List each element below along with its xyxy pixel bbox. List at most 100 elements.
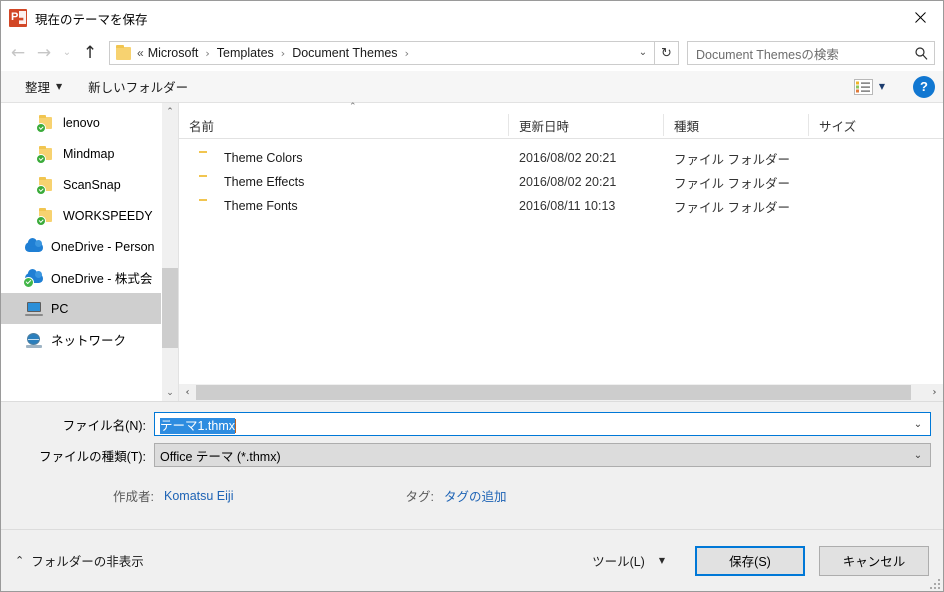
window-title: 現在のテーマを保存 <box>35 12 148 27</box>
column-header-date[interactable]: 更新日時 <box>509 114 664 136</box>
sidebar-item-mindmap[interactable]: Mindmap <box>1 138 178 169</box>
tags-group: タグ: タグの追加 <box>405 486 506 505</box>
sidebar-item-pc[interactable]: PC <box>1 293 178 324</box>
network-globe-icon <box>25 332 43 348</box>
resize-grip[interactable] <box>928 577 940 589</box>
new-folder-label: 新しいフォルダー <box>88 81 189 95</box>
breadcrumb-item-microsoft[interactable]: Microsoft <box>148 46 199 60</box>
cell-date: 2016/08/02 20:21 <box>519 151 617 165</box>
breadcrumb-item-document-themes[interactable]: Document Themes <box>292 46 397 60</box>
recent-locations-button[interactable]: ⌄ <box>57 40 77 66</box>
chevron-up-icon: ⌃ <box>166 106 174 117</box>
change-view-button[interactable]: ▼ <box>848 75 891 99</box>
table-row[interactable]: Theme Colors 2016/08/02 20:21 ファイル フォルダー <box>179 146 943 170</box>
refresh-button[interactable]: ↻ <box>655 41 679 65</box>
organize-label: 整理 <box>25 81 51 95</box>
filename-input[interactable]: テーマ1.thmx ⌄ <box>154 412 931 436</box>
navigation-bar: ← → ⌄ ↑ « Microsoft › Templates › Docume… <box>1 35 943 71</box>
chevron-down-icon: ⌄ <box>913 418 923 430</box>
forward-button[interactable]: → <box>31 40 57 66</box>
cell-name: Theme Effects <box>179 175 509 189</box>
breadcrumb-separator-icon[interactable]: › <box>205 47 209 60</box>
help-icon: ? <box>920 79 928 94</box>
folder-icon <box>199 152 214 165</box>
filetype-dropdown-button[interactable]: ⌄ <box>906 444 930 466</box>
navigation-sidebar: lenovo Mindmap ScanSnap WORKSPEEDY OneDr… <box>1 103 178 401</box>
scrollbar-thumb[interactable] <box>196 385 912 400</box>
command-bar-right: ▼ ? <box>848 75 935 99</box>
organize-button[interactable]: 整理 ▼ <box>19 75 68 99</box>
breadcrumb-item-templates[interactable]: Templates <box>217 46 274 60</box>
breadcrumb: « Microsoft › Templates › Document Theme… <box>137 46 416 60</box>
cell-type: ファイル フォルダー <box>674 176 790 191</box>
scroll-left-button[interactable]: ‹ <box>179 384 196 401</box>
folder-sync-icon <box>36 114 55 133</box>
sidebar-item-label: ScanSnap <box>63 177 121 192</box>
filetype-label: ファイルの種類(T): <box>39 449 146 464</box>
scroll-right-button[interactable]: › <box>926 384 943 401</box>
sidebar-item-onedrive-personal[interactable]: OneDrive - Person <box>1 231 178 262</box>
table-row[interactable]: Theme Fonts 2016/08/11 10:13 ファイル フォルダー <box>179 194 943 218</box>
save-form-area: ファイル名(N): テーマ1.thmx ⌄ ファイルの種類(T): Office… <box>1 401 943 529</box>
chevron-down-icon: ⌄ <box>638 47 648 58</box>
column-header-size[interactable]: サイズ <box>809 114 909 136</box>
sidebar-item-onedrive-business[interactable]: OneDrive - 株式会 <box>1 262 178 293</box>
scroll-up-button[interactable]: ⌃ <box>162 103 178 120</box>
breadcrumb-separator-icon[interactable]: › <box>281 47 285 60</box>
view-list-icon <box>853 78 873 95</box>
help-button[interactable]: ? <box>913 75 935 98</box>
hide-folders-button[interactable]: ⌃ フォルダーの非表示 <box>15 551 144 570</box>
author-value[interactable]: Komatsu Eiji <box>164 489 233 503</box>
close-button[interactable] <box>897 1 943 33</box>
add-tag-link[interactable]: タグの追加 <box>444 486 507 505</box>
breadcrumb-overflow-icon[interactable]: « <box>137 46 144 60</box>
sidebar-item-workspeedy[interactable]: WORKSPEEDY <box>1 200 178 231</box>
table-row[interactable]: Theme Effects 2016/08/02 20:21 ファイル フォルダ… <box>179 170 943 194</box>
close-icon <box>914 11 926 23</box>
chevron-down-icon: ⌄ <box>166 387 174 398</box>
sidebar-item-label: OneDrive - Person <box>51 239 155 254</box>
cell-date: 2016/08/02 20:21 <box>519 175 617 189</box>
save-button[interactable]: 保存(S) <box>695 545 805 576</box>
chevron-left-icon: ‹ <box>185 387 190 398</box>
filename-dropdown-button[interactable]: ⌄ <box>906 413 930 435</box>
sidebar-item-label: lenovo <box>63 115 100 130</box>
search-input[interactable]: Document Themesの検索 <box>688 44 908 63</box>
file-list-horizontal-scrollbar[interactable]: ‹ › <box>179 383 943 401</box>
filename-label: ファイル名(N): <box>62 418 146 433</box>
sidebar-scrollbar[interactable]: ⌃ ⌄ <box>161 103 178 401</box>
scrollbar-thumb[interactable] <box>162 268 178 348</box>
hide-folders-label: フォルダーの非表示 <box>31 555 144 569</box>
column-header-type[interactable]: 種類 <box>664 114 809 136</box>
caret-down-icon: ▼ <box>878 82 885 91</box>
column-label: 名前 <box>189 119 215 134</box>
address-dropdown-button[interactable]: ⌄ <box>632 42 654 64</box>
address-bar[interactable]: « Microsoft › Templates › Document Theme… <box>109 41 655 65</box>
sidebar-item-network[interactable]: ネットワーク <box>1 324 178 355</box>
scrollbar-track[interactable] <box>196 384 926 401</box>
breadcrumb-separator-icon[interactable]: › <box>405 47 409 60</box>
search-icon <box>908 46 934 60</box>
chevron-up-icon: ⌃ <box>15 554 25 567</box>
sidebar-item-label: OneDrive - 株式会 <box>51 272 153 286</box>
search-box[interactable]: Document Themesの検索 <box>687 41 935 65</box>
column-header-name[interactable]: 名前 <box>179 114 509 136</box>
scroll-down-button[interactable]: ⌄ <box>162 384 178 401</box>
sidebar-item-scansnap[interactable]: ScanSnap <box>1 169 178 200</box>
filename-value: テーマ1.thmx <box>160 417 236 434</box>
pc-monitor-icon <box>25 301 43 317</box>
cancel-button[interactable]: キャンセル <box>819 545 929 576</box>
tools-button[interactable]: ツール(L) ▼ <box>592 551 665 570</box>
filetype-select[interactable]: Office テーマ (*.thmx) ⌄ <box>154 443 931 467</box>
cancel-label: キャンセル <box>842 555 906 569</box>
cell-name: Theme Fonts <box>179 199 509 213</box>
back-button[interactable]: ← <box>5 40 31 66</box>
cell-type: ファイル フォルダー <box>674 152 790 167</box>
up-button[interactable]: ↑ <box>77 40 103 66</box>
new-folder-button[interactable]: 新しいフォルダー <box>82 75 194 99</box>
onedrive-cloud-sync-icon <box>23 268 43 288</box>
sidebar-item-lenovo[interactable]: lenovo <box>1 107 178 138</box>
filetype-value: Office テーマ (*.thmx) <box>160 449 281 464</box>
file-name: Theme Effects <box>224 175 305 189</box>
chevron-down-icon: ⌄ <box>913 449 923 461</box>
